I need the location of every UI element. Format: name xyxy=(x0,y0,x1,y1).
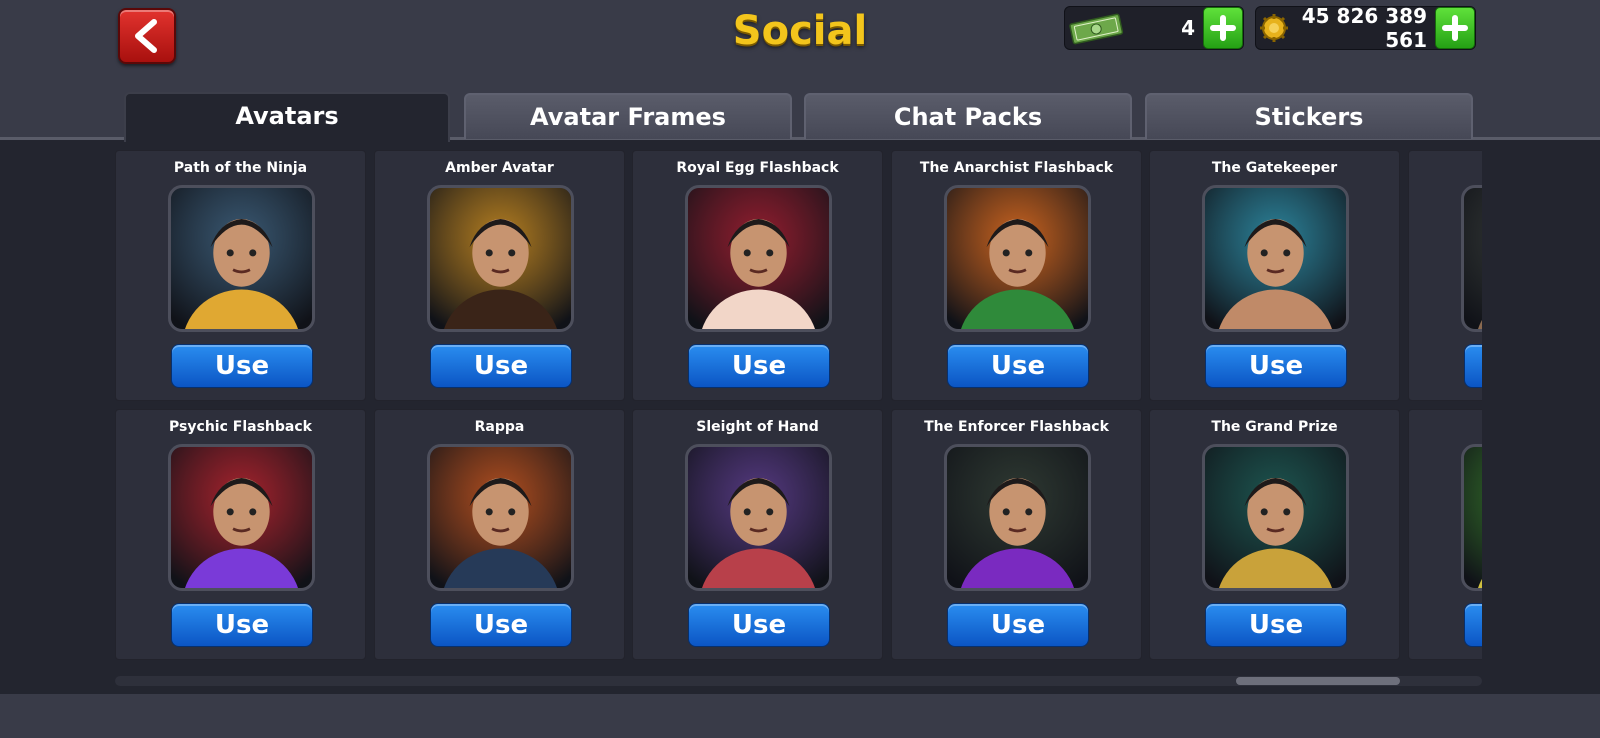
use-button[interactable]: Use xyxy=(430,603,572,647)
coins-amount: 45 826 389 561 xyxy=(1301,4,1427,52)
avatar-thumbnail[interactable] xyxy=(168,444,315,591)
avatar-card: The Enforcer Flashback Use xyxy=(891,409,1142,660)
add-cash-button[interactable] xyxy=(1203,7,1243,49)
avatar-thumbnail[interactable] xyxy=(1461,185,1482,332)
ninja-avatar-image xyxy=(171,188,312,329)
sleight-avatar-image xyxy=(688,447,829,588)
tab-chat-packs[interactable]: Chat Packs xyxy=(804,93,1132,139)
avatar-name: Path of the Ninja xyxy=(173,160,308,176)
tab-avatars[interactable]: Avatars xyxy=(124,92,450,142)
avatar-name: The I xyxy=(1409,160,1482,176)
use-button[interactable]: Use xyxy=(1205,344,1347,388)
avatar-thumbnail[interactable] xyxy=(168,185,315,332)
use-button[interactable]: Use xyxy=(1464,344,1482,388)
avatar-thumbnail[interactable] xyxy=(1202,185,1349,332)
use-button[interactable]: Use xyxy=(688,344,830,388)
use-button[interactable]: Use xyxy=(688,603,830,647)
add-coins-button[interactable] xyxy=(1435,7,1475,49)
coins-balance: 45 826 389 561 xyxy=(1255,4,1476,52)
avatar-name: The Gatekeeper xyxy=(1211,160,1338,176)
plus-icon xyxy=(1210,15,1236,41)
use-button[interactable]: Use xyxy=(947,603,1089,647)
anarchist-avatar-image xyxy=(947,188,1088,329)
use-button[interactable]: Use xyxy=(430,344,572,388)
partial-avatar-image xyxy=(1464,188,1482,329)
tab-avatar-frames[interactable]: Avatar Frames xyxy=(464,93,792,139)
rappa-avatar-image xyxy=(430,447,571,588)
enforcer-avatar-image xyxy=(947,447,1088,588)
avatar-card: The Ph Use xyxy=(1408,409,1482,660)
avatar-name: Amber Avatar xyxy=(445,160,554,176)
use-button[interactable]: Use xyxy=(171,603,313,647)
chevron-left-icon xyxy=(135,19,157,53)
royal-egg-avatar-image xyxy=(688,188,829,329)
avatar-thumbnail[interactable] xyxy=(1202,444,1349,591)
cash-amount: 4 xyxy=(1181,16,1195,40)
avatar-card: Sleight of Hand Use xyxy=(632,409,883,660)
avatar-card: Path of the Ninja Use xyxy=(115,150,366,401)
plus-icon xyxy=(1442,15,1468,41)
amber-avatar-image xyxy=(430,188,571,329)
avatar-card: The Grand Prize Use xyxy=(1149,409,1400,660)
avatar-card: The Gatekeeper Use xyxy=(1149,150,1400,401)
use-button[interactable]: Use xyxy=(1464,603,1482,647)
bottom-bar xyxy=(0,694,1600,738)
avatar-card: Amber Avatar Use xyxy=(374,150,625,401)
avatar-name: Sleight of Hand xyxy=(696,419,819,435)
avatar-thumbnail[interactable] xyxy=(944,444,1091,591)
avatar-grid[interactable]: Path of the Ninja Use Amber Avatar Use Royal… xyxy=(115,150,1482,670)
avatar-card: The Anarchist Flashback Use xyxy=(891,150,1142,401)
avatar-thumbnail[interactable] xyxy=(1461,444,1482,591)
avatar-name: Rappa xyxy=(474,419,525,435)
avatar-name: The Ph xyxy=(1409,419,1482,435)
avatar-thumbnail[interactable] xyxy=(685,444,832,591)
psychic-avatar-image xyxy=(171,447,312,588)
avatar-thumbnail[interactable] xyxy=(944,185,1091,332)
cash-balance: 4 xyxy=(1064,6,1244,50)
use-button[interactable]: Use xyxy=(947,344,1089,388)
avatar-name: Royal Egg Flashback xyxy=(676,160,839,176)
avatar-card: Royal Egg Flashback Use xyxy=(632,150,883,401)
avatar-card: Psychic Flashback Use xyxy=(115,409,366,660)
avatar-name: The Enforcer Flashback xyxy=(924,419,1109,435)
tab-stickers[interactable]: Stickers xyxy=(1145,93,1473,139)
use-button[interactable]: Use xyxy=(171,344,313,388)
avatar-thumbnail[interactable] xyxy=(427,444,574,591)
scrollbar-thumb[interactable] xyxy=(1236,677,1400,685)
partial-avatar-image xyxy=(1464,447,1482,588)
avatar-card: The I Use xyxy=(1408,150,1482,401)
avatar-name: The Anarchist Flashback xyxy=(919,160,1114,176)
avatar-thumbnail[interactable] xyxy=(685,185,832,332)
coin-icon xyxy=(1256,6,1292,50)
use-button[interactable]: Use xyxy=(1205,603,1347,647)
avatar-card: Rappa Use xyxy=(374,409,625,660)
avatar-thumbnail[interactable] xyxy=(427,185,574,332)
gatekeeper-avatar-image xyxy=(1205,188,1346,329)
cash-icon xyxy=(1065,6,1127,50)
avatar-name: The Grand Prize xyxy=(1211,419,1338,435)
back-button[interactable] xyxy=(118,8,176,64)
grand-prize-avatar-image xyxy=(1205,447,1346,588)
avatar-name: Psychic Flashback xyxy=(169,419,312,435)
